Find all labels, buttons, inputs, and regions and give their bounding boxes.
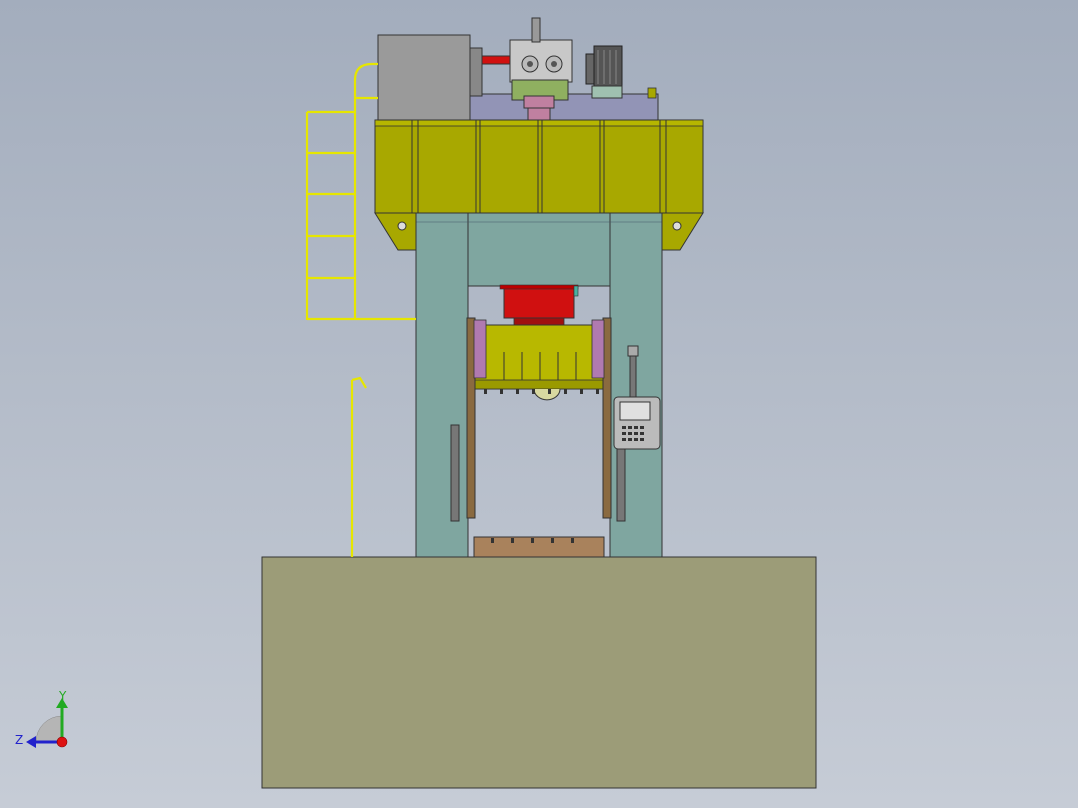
triad-arc: [35, 715, 63, 743]
triad-z-label: Z: [15, 733, 23, 747]
hydraulic-unit[interactable]: [377, 17, 659, 121]
cad-viewport[interactable]: Y Z: [0, 0, 1078, 808]
oil-tank[interactable]: [377, 34, 471, 121]
foundation-block[interactable]: [261, 556, 817, 789]
bolster-plate[interactable]: [473, 536, 605, 558]
view-triad[interactable]: [26, 698, 68, 748]
triad-y-label: Y: [58, 689, 67, 703]
press-slide[interactable]: [466, 284, 612, 519]
main-cylinder[interactable]: [503, 285, 575, 319]
left-light-curtain[interactable]: [450, 424, 460, 522]
press-model[interactable]: Y Z: [0, 0, 1078, 808]
left-column[interactable]: [415, 211, 469, 558]
triad-origin: [56, 736, 68, 748]
upper-beam[interactable]: [467, 211, 611, 287]
